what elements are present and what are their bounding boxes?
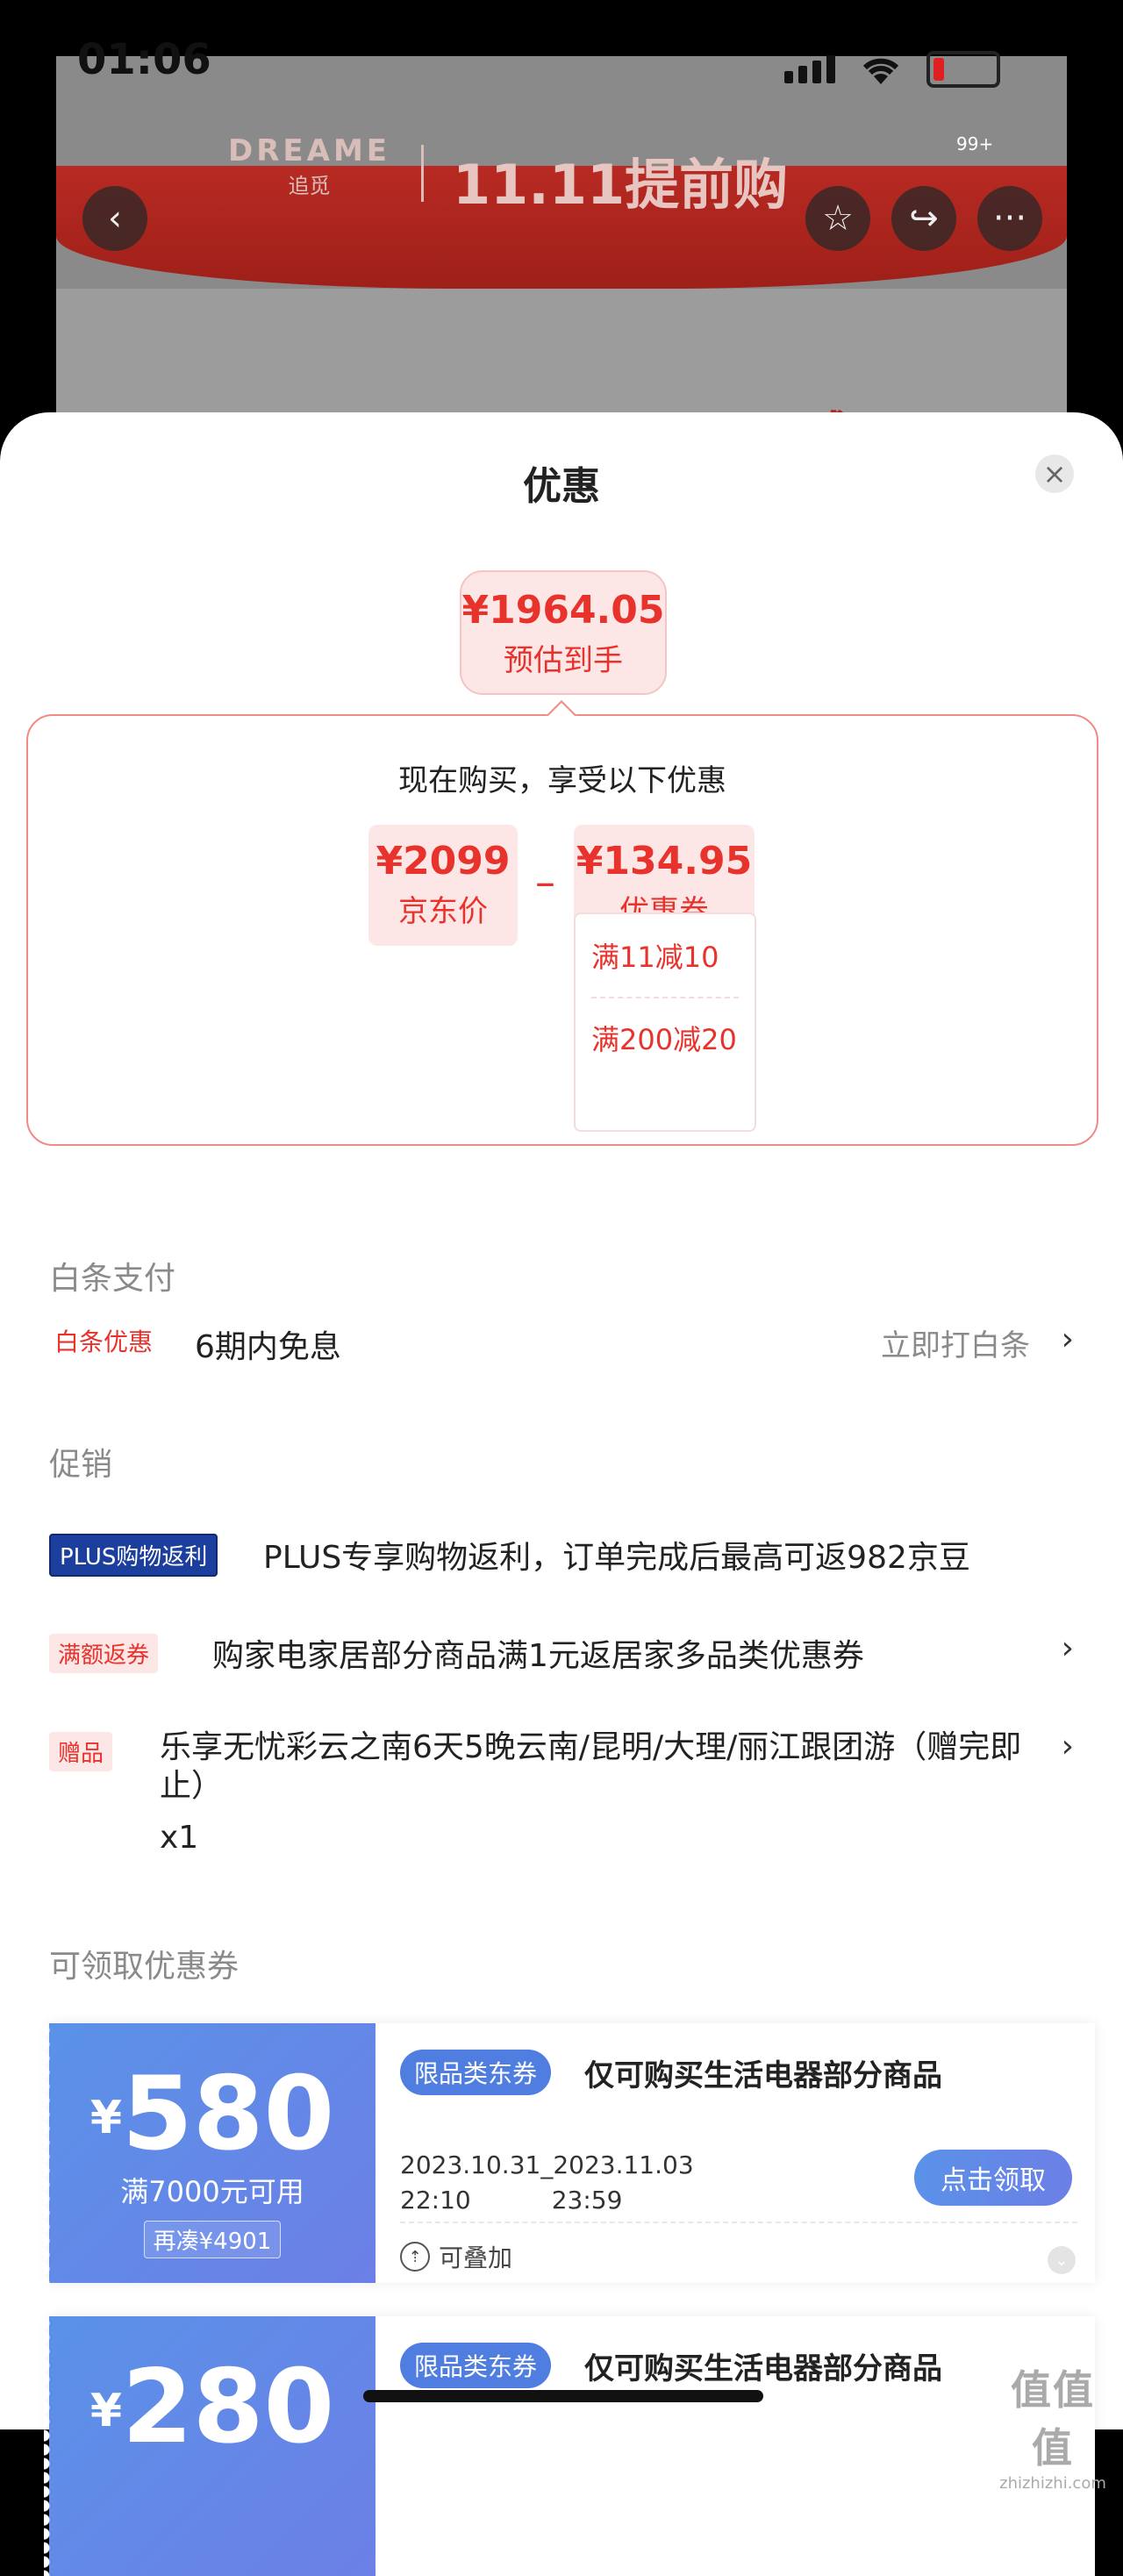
coupon-value: 280 (122, 2348, 335, 2466)
chevron-right-icon: › (1061, 1321, 1074, 1357)
return-coupon-text: 购家电家居部分商品满1元返居家多品类优惠券 (212, 1638, 864, 1674)
site-watermark: 值值值 zhizhizhi.com (991, 2358, 1114, 2493)
status-time: 01:06 (77, 35, 211, 84)
coupon-value-panel: ¥280 (44, 2316, 376, 2576)
favorite-star-icon[interactable]: ☆ (805, 186, 870, 251)
return-coupon-tag: 满额返券 (49, 1634, 159, 1673)
gift-tag: 赠品 (49, 1732, 113, 1771)
coupon-type-badge: 限品类东券 (400, 2050, 552, 2095)
close-icon[interactable]: × (1035, 454, 1074, 493)
chevron-right-icon: › (1061, 1630, 1074, 1666)
coupon-end-date: 2023.11.03 (553, 2150, 694, 2179)
event-title: 11.11提前购 (453, 153, 789, 217)
estimated-price: ¥1964.05 (461, 588, 665, 633)
coupon-condition: 满7000元可用 (120, 2175, 304, 2208)
stack-icon: ⇡ (400, 2242, 430, 2272)
status-icons (784, 51, 1000, 88)
baitiao-row[interactable]: 白条优惠 6期内免息 立即打白条 › (49, 1321, 1074, 1365)
jd-price-tile: ¥2099 京东价 (368, 825, 518, 946)
chevron-down-icon[interactable]: ⌄ (1048, 2246, 1076, 2274)
baitiao-text: 6期内免息 (195, 1329, 341, 1365)
gift-text: 乐享无忧彩云之南6天5晚云南/昆明/大理/丽江跟团游（赠完即止） (160, 1729, 1022, 1804)
signal-icon (784, 55, 835, 83)
coupon-type-badge: 限品类东券 (400, 2343, 552, 2388)
promo-item-return-coupon[interactable]: 满额返券 购家电家居部分商品满1元返居家多品类优惠券 › (49, 1630, 1074, 1674)
claim-coupon-button[interactable]: 点击领取 (914, 2150, 1072, 2206)
coupon-item: 满11减10 (591, 941, 719, 974)
chevron-right-icon: › (1061, 1728, 1074, 1764)
more-icon[interactable]: ··· (977, 186, 1042, 251)
brand-name-cn: 追觅 (288, 174, 331, 198)
stackable-note: ⇡ 可叠加 (400, 2239, 512, 2274)
coupon-scallop-edge (44, 2023, 54, 2283)
coupon-remaining: 再凑¥4901 (143, 2221, 282, 2258)
coupon-divider (591, 997, 739, 998)
stackable-label: 可叠加 (439, 2243, 513, 2272)
estimated-price-label: 预估到手 (504, 643, 623, 678)
brand-logo: DREAME 追觅 (228, 133, 390, 199)
plus-rebate-text: PLUS专享购物返利，订单完成后最高可返982京豆 (263, 1540, 970, 1576)
coupon-value: 580 (122, 2055, 335, 2173)
coupon-description: 仅可购买生活电器部分商品 (584, 2351, 942, 2386)
plus-rebate-tag: PLUS购物返利 (49, 1534, 218, 1577)
share-icon[interactable]: ↪ (891, 186, 956, 251)
coupon-divider (400, 2222, 1077, 2223)
promo-heading: 促销 (49, 1447, 113, 1483)
sheet-title: 优惠 (523, 464, 600, 509)
coupon-card: ¥580 满7000元可用 再凑¥4901 限品类东券 仅可购买生活电器部分商品… (44, 2023, 1095, 2283)
promo-item-gift[interactable]: 赠品 乐享无忧彩云之南6天5晚云南/昆明/大理/丽江跟团游（赠完即止） x1 › (49, 1728, 1074, 1856)
promo-item-plus: PLUS购物返利 PLUS专享购物返利，订单完成后最高可返982京豆 (49, 1532, 1074, 1577)
baitiao-heading: 白条支付 (49, 1261, 176, 1297)
battery-icon (926, 51, 1000, 88)
watermark-url: zhizhizhi.com (999, 2474, 1106, 2493)
coupon-scallop-edge (44, 2316, 54, 2576)
breakdown-title: 现在购买，享受以下优惠 (398, 763, 726, 798)
baitiao-tag: 白条优惠 (54, 1327, 154, 1356)
coupon-currency: ¥ (89, 2385, 123, 2437)
minus-sign: – (535, 858, 555, 905)
price-breakdown: 现在购买，享受以下优惠 ¥2099 京东价 – ¥134.95 优惠券 满11减… (26, 714, 1098, 1146)
jd-price-label: 京东价 (398, 894, 488, 929)
wifi-icon (862, 58, 899, 84)
baitiao-link[interactable]: 立即打白条 (881, 1321, 1030, 1364)
gift-qty: x1 (160, 1820, 199, 1856)
coupon-end-time: 23:59 (551, 2186, 623, 2215)
coupon-validity: 2023.10.31_2023.11.03 22:10 23:59 (400, 2150, 694, 2215)
discount-sheet: 优惠 × ¥1964.05 预估到手 现在购买，享受以下优惠 ¥2099 京东价… (0, 412, 1123, 2576)
brand-divider (421, 145, 424, 202)
brand-name-en: DREAME (228, 133, 391, 168)
coupon-detail-list: 满11减10 满200减20 (574, 912, 756, 1132)
back-icon[interactable]: ‹ (82, 186, 147, 251)
home-indicator[interactable] (363, 2390, 763, 2402)
coupon-card: ¥280 限品类东券 仅可购买生活电器部分商品 (44, 2316, 1095, 2576)
coupon-value-panel: ¥580 满7000元可用 再凑¥4901 (44, 2023, 376, 2283)
coupon-item: 满200减20 (591, 1023, 737, 1056)
message-badge: 99+ (956, 133, 994, 154)
estimated-price-box: ¥1964.05 预估到手 (460, 570, 667, 695)
coupon-start-date: 2023.10.31 (400, 2150, 541, 2179)
coupon-description: 仅可购买生活电器部分商品 (584, 2058, 942, 2093)
jd-price: ¥2099 (376, 839, 511, 884)
coupon-currency: ¥ (89, 2092, 123, 2144)
coupons-heading: 可领取优惠券 (49, 1949, 240, 1985)
coupon-start-time: 22:10 (400, 2186, 471, 2215)
coupon-amount: ¥134.95 (576, 839, 753, 884)
watermark-logo: 值值值 (1011, 2366, 1095, 2472)
